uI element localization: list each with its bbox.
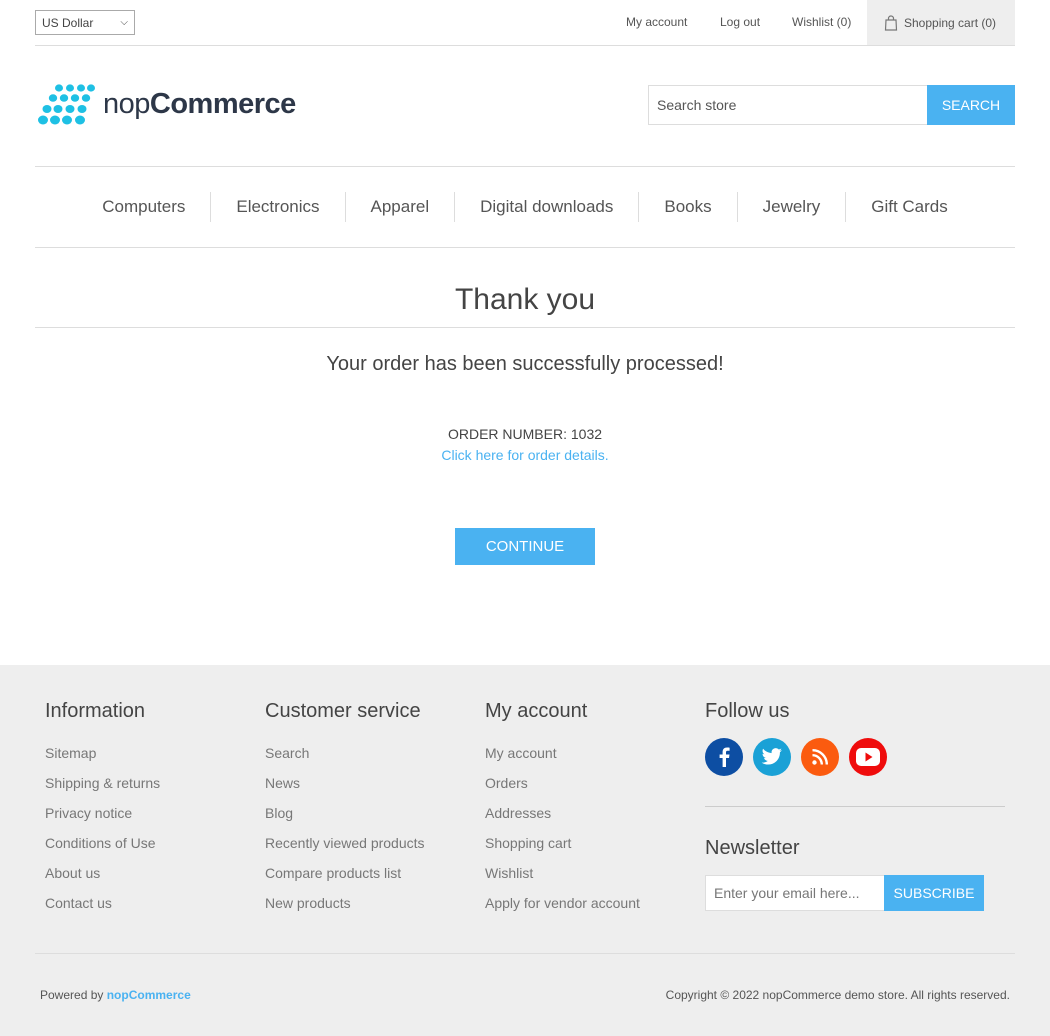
footer-link-shipping-returns[interactable]: Shipping & returns (45, 775, 160, 805)
footer-information-title: Information (45, 700, 146, 722)
footer-link-about-us[interactable]: About us (45, 865, 160, 895)
copyright: Copyright © 2022 nopCommerce demo store.… (665, 988, 1010, 1002)
subscribe-button[interactable]: SUBSCRIBE (884, 875, 984, 911)
continue-button[interactable]: CONTINUE (455, 528, 595, 565)
footer-link-my-account[interactable]: My account (485, 745, 640, 775)
search-input[interactable]: Search store (648, 85, 928, 125)
menu-item-books[interactable]: Books (638, 192, 736, 222)
footer-link-contact-us[interactable]: Contact us (45, 895, 160, 925)
logo-text-bold: Commerce (149, 87, 296, 120)
footer-link-shopping-cart[interactable]: Shopping cart (485, 835, 640, 865)
footer-link-blog[interactable]: Blog (265, 805, 425, 835)
footer-my-account-list: My account Orders Addresses Shopping car… (485, 745, 640, 925)
nopcommerce-link[interactable]: nopCommerce (107, 988, 191, 1002)
footer-bottom-divider (35, 953, 1015, 954)
chevron-down-icon: ⌵ (120, 17, 128, 28)
newsletter-email-input[interactable]: Enter your email here... (705, 875, 885, 911)
powered-by-label: Powered by (40, 988, 104, 1002)
menu-item-computers[interactable]: Computers (77, 192, 210, 222)
footer-link-conditions-of-use[interactable]: Conditions of Use (45, 835, 160, 865)
powered-by: Powered by nopCommerce (40, 988, 191, 1002)
logo-text-light: nop (103, 87, 150, 120)
success-message: Your order has been successfully process… (326, 353, 724, 375)
wishlist-link[interactable]: Wishlist (0) (792, 15, 851, 29)
footer-link-sitemap[interactable]: Sitemap (45, 745, 160, 775)
shopping-cart-link[interactable]: Shopping cart (0) (867, 0, 1015, 45)
footer-link-recently-viewed[interactable]: Recently viewed products (265, 835, 425, 865)
footer-my-account-title: My account (485, 700, 588, 722)
footer-link-compare-products[interactable]: Compare products list (265, 865, 425, 895)
search-button[interactable]: SEARCH (927, 85, 1015, 125)
facebook-icon[interactable] (705, 738, 743, 776)
my-account-link[interactable]: My account (626, 15, 687, 29)
footer-follow-title: Follow us (705, 700, 790, 722)
footer-link-privacy-notice[interactable]: Privacy notice (45, 805, 160, 835)
footer-information-list: Sitemap Shipping & returns Privacy notic… (45, 745, 160, 925)
currency-value: US Dollar (42, 15, 94, 30)
youtube-icon[interactable] (849, 738, 887, 776)
twitter-icon[interactable] (753, 738, 791, 776)
footer-link-new-products[interactable]: New products (265, 895, 425, 925)
header-links-bar: US Dollar ⌵ My account Log out Wishlist … (35, 0, 1015, 46)
order-number: ORDER NUMBER: 1032 (447, 426, 603, 442)
order-details-link-text[interactable]: Click here for order details. (441, 447, 608, 463)
top-menu: Computers Electronics Apparel Digital do… (35, 166, 1015, 248)
footer-link-news[interactable]: News (265, 775, 425, 805)
menu-item-jewelry[interactable]: Jewelry (736, 192, 846, 222)
shopping-cart-label: Shopping cart (0) (904, 15, 997, 30)
social-icons (705, 738, 887, 776)
log-out-link[interactable]: Log out (720, 15, 760, 29)
footer-link-orders[interactable]: Orders (485, 775, 640, 805)
currency-select[interactable]: US Dollar ⌵ (35, 10, 135, 35)
menu-item-electronics[interactable]: Electronics (210, 192, 344, 222)
footer-customer-service-list: Search News Blog Recently viewed product… (265, 745, 425, 925)
newsletter-title: Newsletter (705, 837, 800, 859)
shopping-bag-icon (884, 14, 898, 31)
store-logo[interactable]: nopCommerce (37, 82, 296, 126)
logo-dots-icon (38, 84, 95, 125)
footer-link-addresses[interactable]: Addresses (485, 805, 640, 835)
page-title: Thank you (35, 283, 1015, 328)
menu-item-apparel[interactable]: Apparel (344, 192, 455, 222)
footer-divider (705, 806, 1005, 807)
menu-item-gift-cards[interactable]: Gift Cards (845, 192, 973, 222)
footer: Information Sitemap Shipping & returns P… (0, 665, 1050, 1036)
order-details-link: Click here for order details. (0, 447, 1050, 463)
footer-link-search[interactable]: Search (265, 745, 425, 775)
footer-link-vendor-account[interactable]: Apply for vendor account (485, 895, 640, 925)
menu-item-digital-downloads[interactable]: Digital downloads (454, 192, 638, 222)
footer-link-wishlist[interactable]: Wishlist (485, 865, 640, 895)
rss-icon[interactable] (801, 738, 839, 776)
footer-customer-service-title: Customer service (265, 700, 421, 722)
logo-text: nopCommerce (103, 88, 296, 121)
